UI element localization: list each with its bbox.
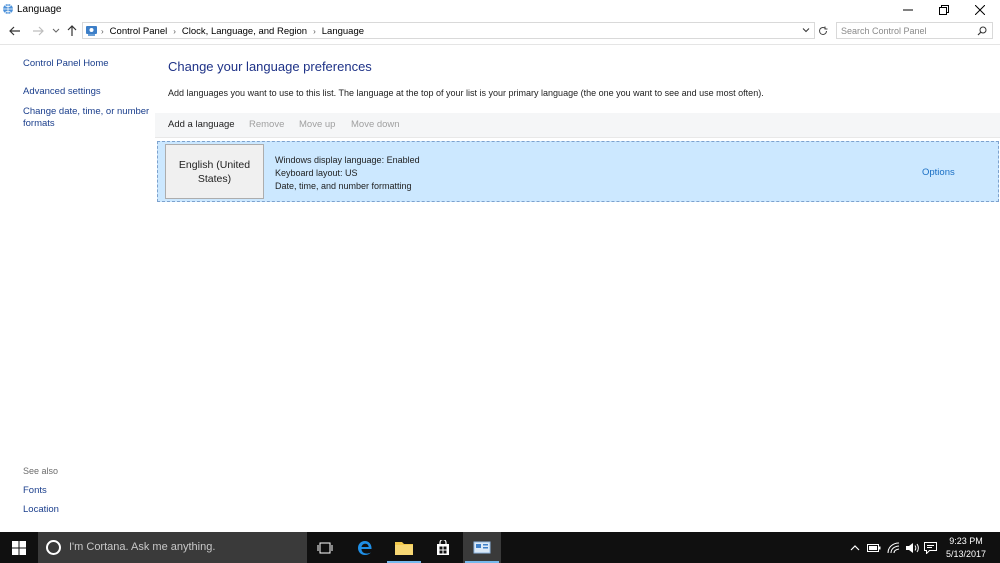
- up-button[interactable]: [64, 23, 80, 39]
- store-icon: [437, 539, 449, 555]
- cortana-icon: [46, 540, 61, 555]
- notifications-icon: [923, 541, 937, 554]
- refresh-button[interactable]: [815, 22, 831, 39]
- see-also-heading: See also: [23, 466, 59, 476]
- move-up-button[interactable]: Move up: [299, 119, 335, 130]
- language-details: Windows display language: Enabled Keyboa…: [275, 154, 420, 193]
- breadcrumb-clock-language-region[interactable]: Clock, Language, and Region: [182, 26, 307, 37]
- language-detail-keyboard: Keyboard layout: US: [275, 168, 358, 178]
- minimize-button[interactable]: [890, 0, 926, 20]
- recent-locations-button[interactable]: [48, 23, 64, 39]
- clock-date: 5/13/2017: [945, 549, 987, 559]
- address-bar[interactable]: › Control Panel › Clock, Language, and R…: [82, 22, 815, 39]
- title-bar: Language: [0, 0, 1000, 20]
- language-toolbar: Add a language Remove Move up Move down: [155, 113, 1000, 138]
- close-button[interactable]: [962, 0, 998, 20]
- clock-time: 9:23 PM: [949, 536, 983, 546]
- restore-button[interactable]: [926, 0, 962, 20]
- search-input[interactable]: [841, 24, 971, 37]
- breadcrumb: › Control Panel › Clock, Language, and R…: [101, 26, 364, 37]
- chevron-right-icon: ›: [173, 27, 176, 36]
- wifi-icon: [887, 542, 900, 553]
- page-description: Add languages you want to use to this li…: [168, 88, 764, 98]
- language-options-link[interactable]: Options: [922, 167, 955, 178]
- taskbar: I'm Cortana. Ask me anything. 9:23 PM 5/…: [0, 532, 1000, 563]
- battery-icon: [867, 543, 881, 552]
- arrow-up-icon: [67, 25, 77, 36]
- forward-button[interactable]: [30, 23, 46, 39]
- windows-logo-icon: [12, 540, 26, 555]
- show-hidden-icons-button[interactable]: [848, 541, 862, 554]
- start-button[interactable]: [0, 532, 38, 563]
- control-panel-icon: [473, 541, 491, 553]
- folder-icon: [395, 542, 413, 555]
- taskbar-edge[interactable]: [346, 532, 384, 563]
- see-also-location[interactable]: Location: [23, 504, 151, 516]
- sidebar-item-control-panel-home[interactable]: Control Panel Home: [23, 58, 151, 70]
- sidebar-item-change-date-time-formats[interactable]: Change date, time, or number formats: [23, 106, 151, 130]
- cortana-placeholder: I'm Cortana. Ask me anything.: [69, 541, 216, 553]
- speaker-icon: [906, 542, 919, 553]
- add-language-button[interactable]: Add a language: [168, 119, 235, 130]
- language-detail-display: Windows display language: Enabled: [275, 155, 420, 165]
- network-tray[interactable]: [887, 541, 901, 554]
- control-panel-icon: [85, 24, 98, 40]
- language-app-icon: [2, 3, 14, 15]
- remove-button[interactable]: Remove: [249, 119, 284, 130]
- battery-tray[interactable]: [867, 541, 881, 554]
- breadcrumb-language[interactable]: Language: [322, 26, 364, 37]
- sidebar-item-advanced-settings[interactable]: Advanced settings: [23, 86, 151, 98]
- address-dropdown-icon[interactable]: [802, 26, 810, 37]
- language-tile[interactable]: English (United States): [165, 144, 264, 199]
- taskbar-control-panel[interactable]: [463, 532, 501, 563]
- left-pane: Control Panel Home Advanced settings Cha…: [0, 45, 155, 532]
- move-down-button[interactable]: Move down: [351, 119, 400, 130]
- arrow-right-icon: [33, 26, 44, 36]
- language-list-item[interactable]: English (United States) Windows display …: [157, 141, 999, 202]
- language-detail-formatting: Date, time, and number formatting: [275, 181, 412, 191]
- action-center-button[interactable]: [923, 541, 937, 554]
- refresh-icon: [819, 26, 828, 35]
- see-also-fonts[interactable]: Fonts: [23, 485, 151, 497]
- edge-icon: [358, 540, 372, 555]
- taskbar-store[interactable]: [424, 532, 462, 563]
- chevron-up-icon: [850, 545, 860, 551]
- chevron-right-icon: ›: [313, 27, 316, 36]
- task-view-icon: [317, 542, 333, 553]
- back-button[interactable]: [7, 23, 23, 39]
- page-title: Change your language preferences: [168, 59, 372, 74]
- cortana-search-box[interactable]: I'm Cortana. Ask me anything.: [38, 532, 307, 563]
- breadcrumb-control-panel[interactable]: Control Panel: [110, 26, 168, 37]
- language-name: English (United States): [178, 158, 251, 185]
- taskbar-file-explorer[interactable]: [385, 532, 423, 563]
- chevron-down-icon: [52, 28, 60, 33]
- window-title: Language: [17, 4, 62, 15]
- volume-tray[interactable]: [905, 541, 919, 554]
- taskbar-clock[interactable]: 9:23 PM 5/13/2017: [940, 535, 992, 561]
- search-box[interactable]: [836, 22, 993, 39]
- arrow-left-icon: [9, 26, 20, 36]
- search-icon[interactable]: [977, 26, 987, 39]
- task-view-button[interactable]: [306, 532, 344, 563]
- chevron-right-icon: ›: [101, 27, 104, 36]
